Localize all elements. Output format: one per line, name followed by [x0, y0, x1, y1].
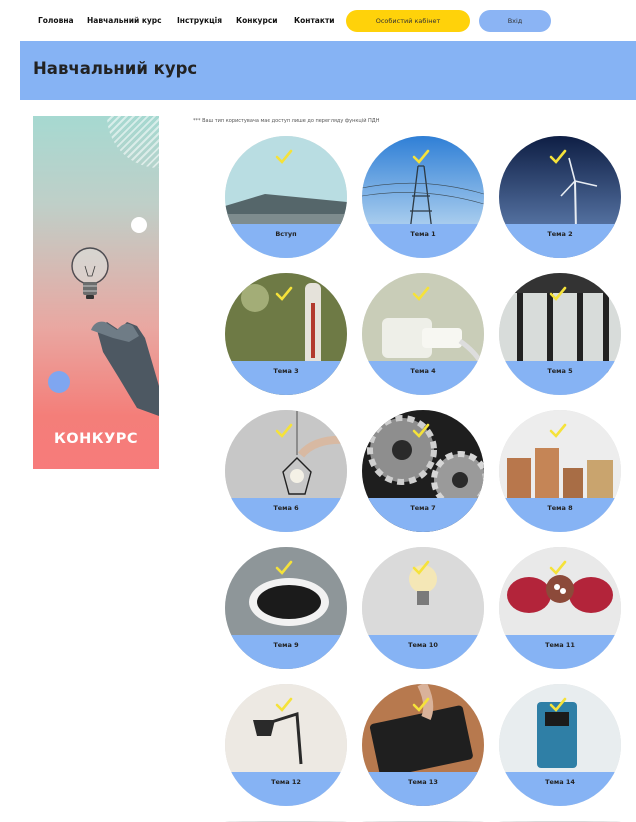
page-title: Навчальний курс [33, 59, 198, 78]
topic-7[interactable]: Тема 7 [362, 410, 484, 532]
contest-label: КОНКУРС [53, 431, 139, 447]
topic-label: Тема 2 [547, 230, 573, 238]
topic-label: Тема 3 [273, 367, 299, 375]
topic-8[interactable]: Тема 8 [499, 410, 621, 532]
checkmark-icon [549, 560, 567, 575]
checkmark-icon [412, 697, 430, 712]
checkmark-icon [549, 286, 567, 301]
topic-label: Тема 8 [547, 504, 573, 512]
topic-5[interactable]: Тема 5 [499, 273, 621, 395]
topic-12[interactable]: Тема 12 [225, 684, 347, 806]
topic-label: Тема 12 [271, 778, 301, 786]
top-navigation: Головна Навчальний курс Інструкція Конку… [0, 0, 636, 42]
topic-13[interactable]: Тема 13 [362, 684, 484, 806]
topic-label: Тема 1 [410, 230, 436, 238]
access-notice: *** Ваш тип користувача має доступ лише … [193, 118, 380, 124]
topic-1[interactable]: Тема 1 [362, 136, 484, 258]
personal-cabinet-button[interactable]: Особистий кабінет [346, 10, 470, 32]
topic-label: Тема 6 [273, 504, 299, 512]
checkmark-icon [549, 423, 567, 438]
topic-label: Тема 5 [547, 367, 573, 375]
topic-label: Тема 14 [545, 778, 575, 786]
checkmark-icon [275, 149, 293, 164]
checkmark-icon [275, 286, 293, 301]
checkmark-icon [412, 560, 430, 575]
topic-label: Тема 13 [408, 778, 438, 786]
topic-label: Вступ [275, 230, 297, 238]
topic-label: Тема 10 [408, 641, 438, 649]
topic-label: Тема 11 [545, 641, 575, 649]
topic-label: Тема 7 [410, 504, 436, 512]
checkmark-icon [275, 560, 293, 575]
nav-home-link[interactable]: Головна [38, 16, 74, 25]
checkmark-icon [549, 149, 567, 164]
nav-course-link[interactable]: Навчальний курс [87, 16, 162, 25]
topic-10[interactable]: Тема 10 [362, 547, 484, 669]
topic-4[interactable]: Тема 4 [362, 273, 484, 395]
checkmark-icon [412, 149, 430, 164]
checkmark-icon [412, 423, 430, 438]
topic-2[interactable]: Тема 2 [499, 136, 621, 258]
topic-6[interactable]: Тема 6 [225, 410, 347, 532]
topic-14[interactable]: Тема 14 [499, 684, 621, 806]
topic-label: Тема 4 [410, 367, 436, 375]
nav-instructions-link[interactable]: Інструкція [177, 16, 222, 25]
login-button[interactable]: Вхід [479, 10, 551, 32]
contest-promo-card[interactable]: КОНКУРС [33, 116, 159, 469]
checkmark-icon [549, 697, 567, 712]
topic-3[interactable]: Тема 3 [225, 273, 347, 395]
topic-intro[interactable]: Вступ [225, 136, 347, 258]
topic-label: Тема 9 [273, 641, 299, 649]
nav-contests-link[interactable]: Конкурси [236, 16, 278, 25]
checkmark-icon [412, 286, 430, 301]
hand-holding-lightbulb-image [71, 247, 159, 416]
page-header-banner: Навчальний курс [20, 41, 636, 100]
checkmark-icon [275, 423, 293, 438]
topic-9[interactable]: Тема 9 [225, 547, 347, 669]
nav-contacts-link[interactable]: Контакти [294, 16, 335, 25]
checkmark-icon [275, 697, 293, 712]
topic-11[interactable]: Тема 11 [499, 547, 621, 669]
